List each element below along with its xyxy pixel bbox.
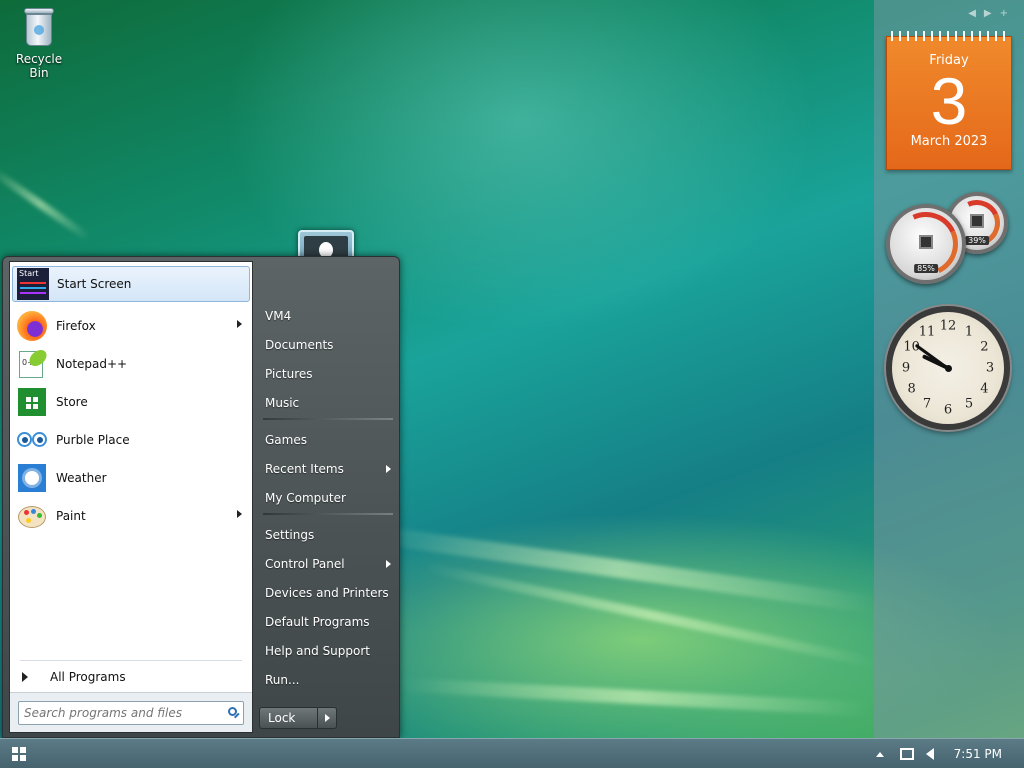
sidebar-controls[interactable]: ◀▶+ xyxy=(968,8,1016,19)
menu-divider xyxy=(263,513,393,515)
menu-item-default-programs[interactable]: Default Programs xyxy=(259,609,395,635)
menu-item-documents[interactable]: Documents xyxy=(259,332,395,358)
program-store[interactable]: Store xyxy=(12,384,250,420)
program-label: Start Screen xyxy=(57,277,132,291)
power-options-arrow-icon[interactable] xyxy=(318,708,336,728)
clock-numeral: 7 xyxy=(922,396,932,412)
clock-numeral: 4 xyxy=(980,381,989,397)
menu-item-my-computer[interactable]: My Computer xyxy=(259,485,395,511)
menu-item-pictures[interactable]: Pictures xyxy=(259,361,395,387)
clock-numeral: 2 xyxy=(980,339,989,355)
clock-gadget[interactable]: 12 1 2 3 4 5 6 7 8 9 10 11 xyxy=(886,306,1010,430)
desktop-icon-recycle-bin[interactable]: Recycle Bin xyxy=(6,6,72,80)
submenu-arrow-icon xyxy=(386,465,391,473)
system-tray: 7:51 PM xyxy=(875,739,1024,768)
menu-item-vm4[interactable]: VM4 xyxy=(259,303,395,329)
program-purble-place[interactable]: Purble Place xyxy=(12,422,250,458)
clock-center-pin xyxy=(944,364,952,372)
program-weather[interactable]: Weather xyxy=(12,460,250,496)
menu-item-devices-and-printers[interactable]: Devices and Printers xyxy=(259,580,395,606)
program-label: Store xyxy=(56,395,88,409)
all-programs-label: All Programs xyxy=(50,670,126,684)
recycle-bin-icon xyxy=(22,6,56,48)
places-pane: VM4 Documents Pictures Music Games Recen… xyxy=(255,261,397,733)
all-programs-button[interactable]: All Programs xyxy=(16,666,248,688)
program-paint[interactable]: Paint xyxy=(12,498,250,534)
calendar-gadget[interactable]: Friday 3 March 2023 xyxy=(886,31,1012,170)
submenu-arrow-icon xyxy=(237,320,242,328)
volume-icon[interactable] xyxy=(925,748,934,760)
menu-divider xyxy=(263,418,393,420)
lock-button-group: Lock xyxy=(259,707,337,729)
start-screen-icon: Start xyxy=(17,268,49,300)
program-start-screen[interactable]: Start Start Screen xyxy=(12,266,250,302)
search-icon[interactable] xyxy=(228,707,237,716)
menu-item-control-panel[interactable]: Control Panel xyxy=(259,551,395,577)
taskbar: 7:51 PM xyxy=(0,738,1024,768)
cpu-meter-gadget[interactable]: 39% 85% xyxy=(884,188,1014,288)
network-icon[interactable] xyxy=(899,748,914,760)
clock-numeral: 3 xyxy=(985,360,995,376)
program-label: Weather xyxy=(56,471,107,485)
menu-item-run[interactable]: Run... xyxy=(259,667,395,693)
program-firefox[interactable]: Firefox xyxy=(12,308,250,344)
menu-item-recent-items[interactable]: Recent Items xyxy=(259,456,395,482)
clock-numeral: 9 xyxy=(901,360,911,376)
purble-place-icon xyxy=(16,424,48,456)
gadget-sidebar: ◀▶+ Friday 3 March 2023 39% 85% 12 1 2 3 4 5 6… xyxy=(874,0,1024,738)
firefox-icon xyxy=(16,310,48,342)
clock-numeral: 1 xyxy=(964,324,974,340)
memory-percent: 39% xyxy=(965,236,989,245)
clock-numeral: 5 xyxy=(964,396,974,412)
menu-item-music[interactable]: Music xyxy=(259,390,395,416)
search-area xyxy=(10,692,252,732)
show-hidden-icons-icon[interactable] xyxy=(875,751,884,757)
menu-item-settings[interactable]: Settings xyxy=(259,522,395,548)
memory-chip-icon xyxy=(970,214,984,228)
submenu-arrow-icon xyxy=(237,510,242,518)
cpu-chip-icon xyxy=(919,235,933,249)
programs-divider xyxy=(20,660,242,661)
clock-numeral: 12 xyxy=(939,318,957,334)
search-box[interactable] xyxy=(18,701,244,725)
start-button-windows-icon[interactable] xyxy=(12,747,26,761)
search-input[interactable] xyxy=(19,702,215,724)
desktop-icon-label: Recycle Bin xyxy=(15,52,63,80)
calendar-month: March 2023 xyxy=(910,134,988,149)
paint-icon xyxy=(16,500,48,532)
start-menu: Start Start Screen Firefox 0++ Notepad++ xyxy=(2,256,400,738)
program-label: Firefox xyxy=(56,319,96,333)
clock-numeral: 8 xyxy=(907,381,916,397)
program-label: Paint xyxy=(56,509,86,523)
program-notepad-plus-plus[interactable]: 0++ Notepad++ xyxy=(12,346,250,382)
weather-icon xyxy=(16,462,48,494)
cpu-gauge: 85% xyxy=(884,202,968,286)
menu-item-games[interactable]: Games xyxy=(259,427,395,453)
program-label: Notepad++ xyxy=(56,357,128,371)
submenu-arrow-icon xyxy=(386,560,391,568)
cpu-percent: 85% xyxy=(914,264,938,273)
store-icon xyxy=(16,386,48,418)
lock-button[interactable]: Lock xyxy=(260,708,318,728)
calendar-rings-icon xyxy=(891,31,1007,41)
program-label: Purble Place xyxy=(56,433,130,447)
clock-numeral: 11 xyxy=(918,324,936,340)
clock-numeral: 6 xyxy=(943,402,953,418)
taskbar-clock[interactable]: 7:51 PM xyxy=(954,747,1002,761)
notepad-plus-plus-icon: 0++ xyxy=(16,348,49,380)
programs-pane: Start Start Screen Firefox 0++ Notepad++ xyxy=(9,261,253,733)
calendar-day: 3 xyxy=(930,64,968,138)
expand-arrow-icon xyxy=(22,672,28,682)
menu-item-help-and-support[interactable]: Help and Support xyxy=(259,638,395,664)
clock-minute-hand xyxy=(914,343,949,370)
